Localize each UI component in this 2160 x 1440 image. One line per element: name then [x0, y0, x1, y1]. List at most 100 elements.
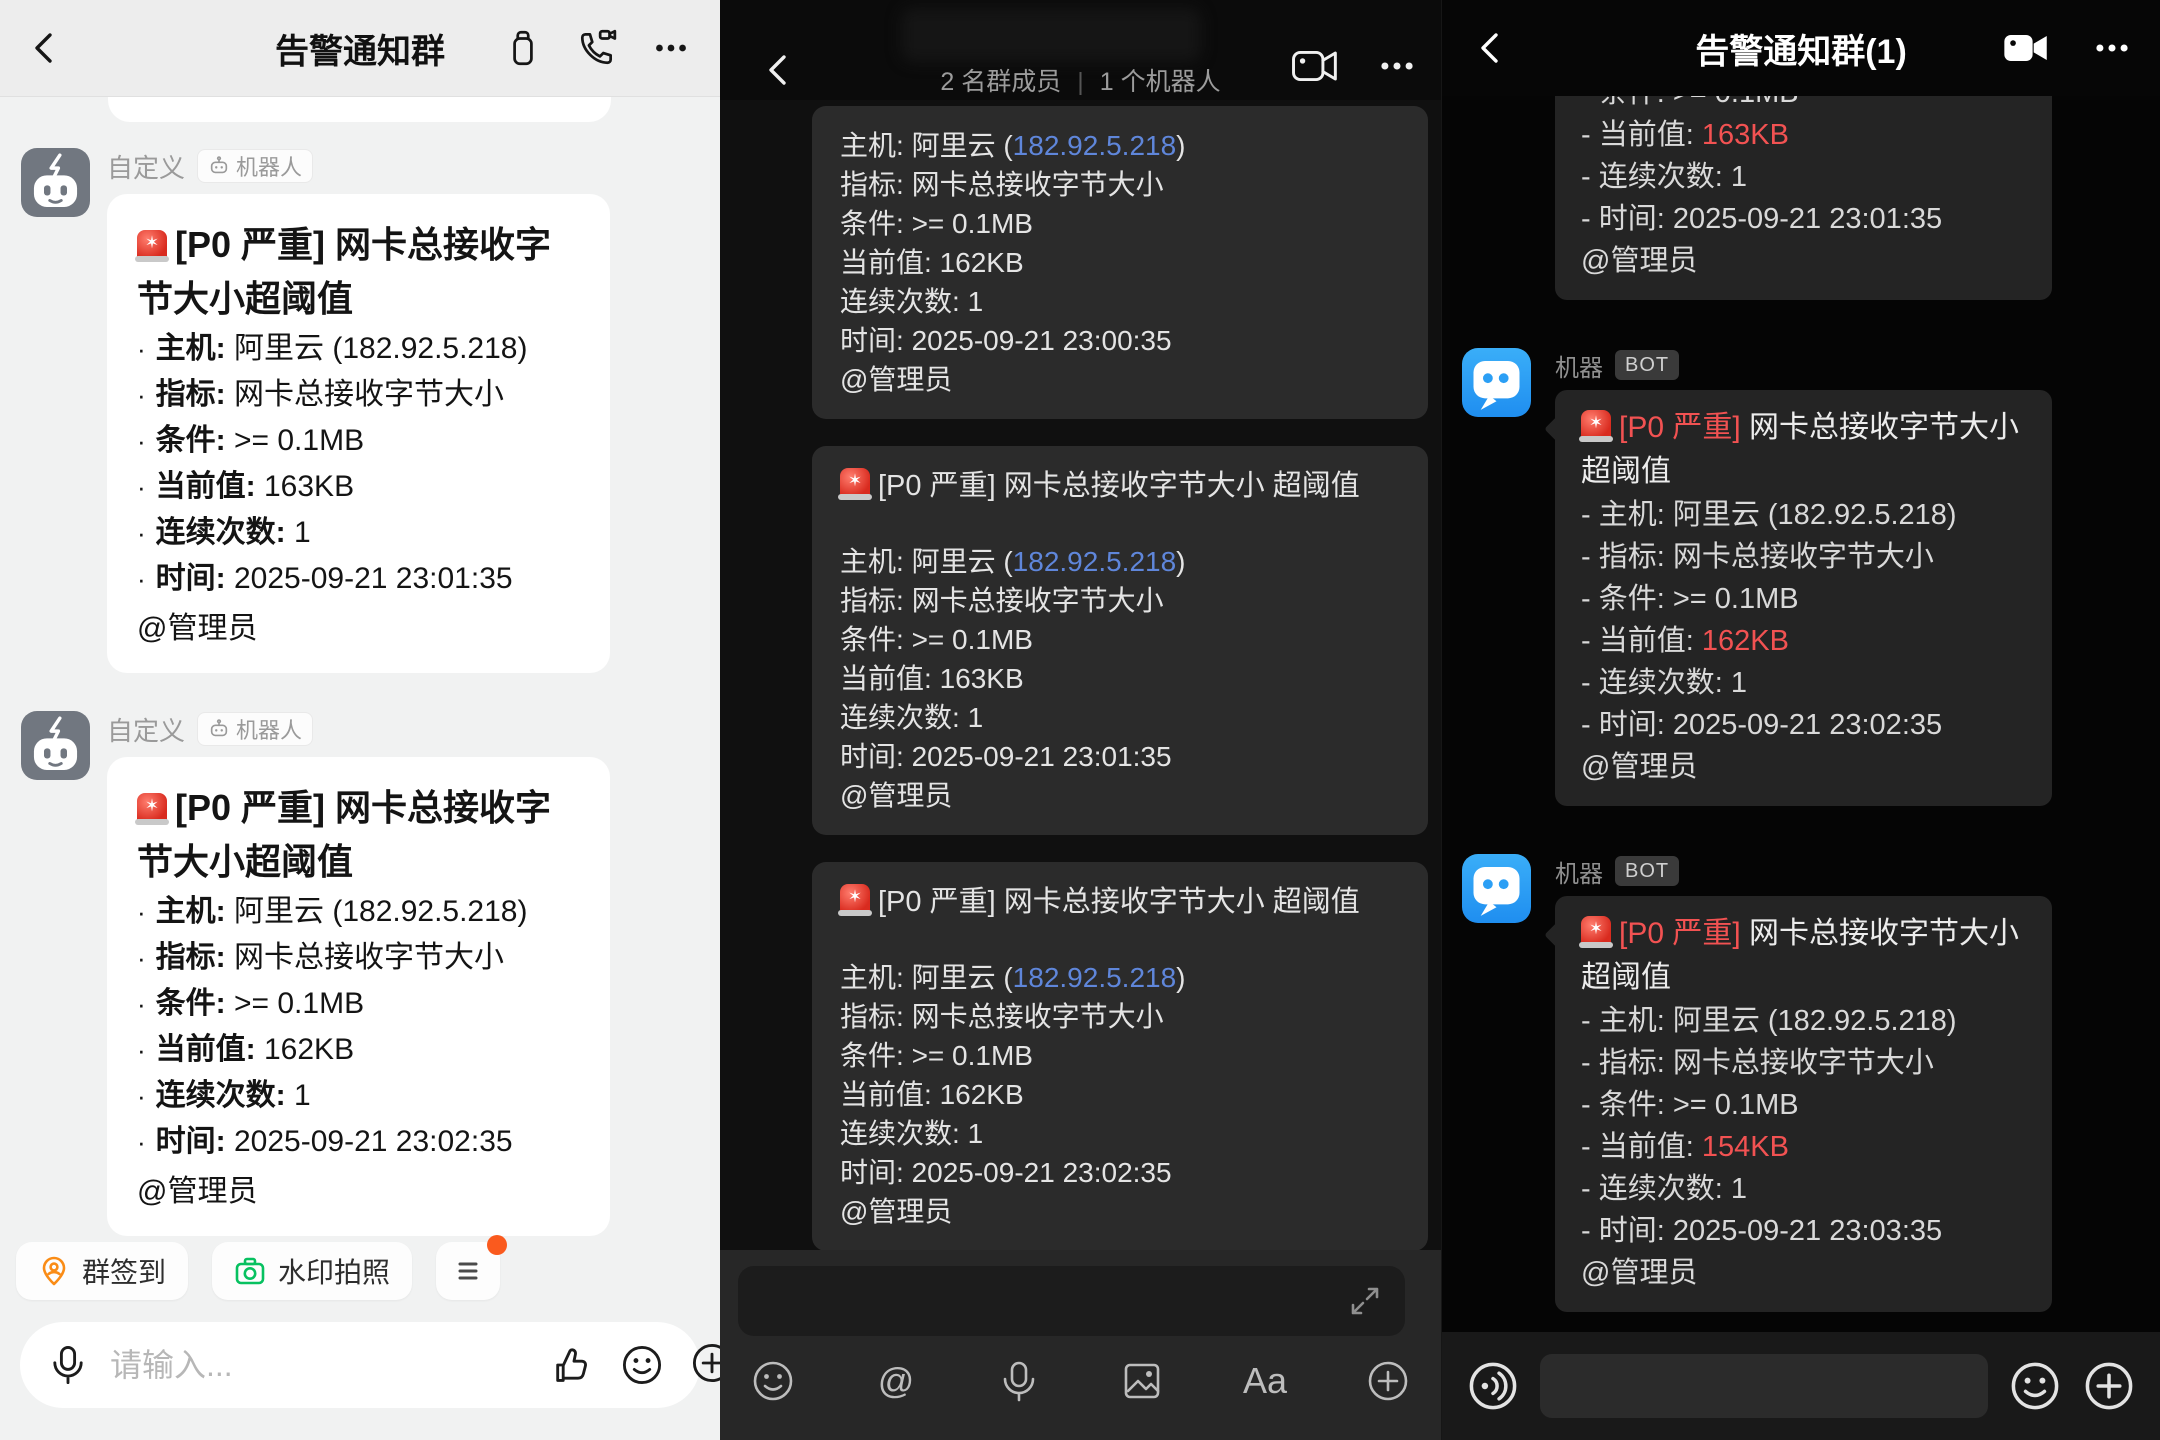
field-value: 162KB — [1702, 625, 1789, 657]
title-text: [P0 严重] 网卡总接收字节大小 超阈值 — [878, 886, 1360, 918]
alert-card: [P0 严重] 网卡总接收字节大小超阈值- 主机: 阿里云 (182.92.5.… — [1555, 390, 2052, 806]
field-label: 指标: — [840, 585, 912, 616]
siren-emoji — [137, 230, 167, 260]
field-value: >= 0.1MB — [912, 1040, 1033, 1071]
expand-icon[interactable] — [1345, 1281, 1385, 1321]
field-label: 主机: — [840, 130, 912, 161]
ip-address-link[interactable]: 182.92.5.218 — [1013, 130, 1177, 161]
alert-field: ·连续次数: 1 — [137, 510, 580, 556]
field-label: 主机: — [1599, 499, 1673, 531]
plus-circle-icon[interactable] — [1365, 1358, 1411, 1404]
more-icon[interactable] — [2090, 26, 2134, 70]
field-label: 条件: — [840, 208, 912, 239]
field-label: 主机: — [156, 332, 234, 365]
alert-field: - 主机: 阿里云 (182.92.5.218) — [1581, 494, 2026, 536]
field-label: 连续次数: — [1599, 161, 1731, 193]
message-input[interactable] — [1540, 1354, 1988, 1418]
add-attachment-button[interactable] — [690, 1341, 720, 1390]
bot-badge: BOT — [1615, 350, 1679, 380]
alert-field: - 连续次数: 1 — [1581, 156, 2026, 198]
more-tools-chip[interactable] — [436, 1242, 500, 1300]
field-value: 2025-09-21 23:02:35 — [234, 1125, 513, 1158]
image-icon[interactable] — [1119, 1358, 1165, 1404]
back-icon[interactable] — [26, 28, 66, 68]
field-label: 主机: — [840, 546, 912, 577]
bot-avatar[interactable] — [1462, 348, 1531, 417]
alert-field: 指标: 网卡总接收字节大小 — [840, 581, 1400, 620]
bullet: · — [137, 897, 146, 927]
field-value: 1 — [1731, 667, 1747, 699]
field-label: 当前值: — [156, 470, 264, 503]
field-label: 指标: — [1599, 541, 1673, 573]
chat-header: 2 名群成员|1 个机器人 — [720, 0, 1441, 100]
alert-field: 条件: >= 0.1MB — [840, 1036, 1400, 1075]
video-call-icon[interactable] — [576, 27, 618, 69]
message-input[interactable] — [738, 1266, 1405, 1336]
alert-field: ·连续次数: 1 — [137, 1073, 580, 1119]
field-value: 阿里云 ( — [912, 546, 1013, 577]
previous-message-peek — [108, 96, 611, 122]
hamburger-icon — [451, 1254, 485, 1288]
voice-message-icon[interactable] — [1466, 1359, 1520, 1413]
field-label: 时间: — [1599, 709, 1673, 741]
siren-emoji — [840, 884, 870, 914]
field-label: 当前值: — [1599, 119, 1702, 151]
panel-middle-chat: 2 名群成员|1 个机器人 主机: 阿里云 (182.92.5.218) 指标: … — [720, 0, 1441, 1440]
field-value: 2025-09-21 23:01:35 — [1673, 203, 1942, 235]
field-label: 连续次数: — [156, 1079, 294, 1112]
bot-avatar[interactable] — [1462, 854, 1531, 923]
text-format-icon[interactable]: Aa — [1242, 1358, 1288, 1404]
message-input[interactable] — [108, 1346, 532, 1385]
siren-emoji — [137, 793, 167, 823]
mention-icon[interactable]: @ — [873, 1358, 919, 1404]
field-label: 指标: — [1599, 1047, 1673, 1079]
back-icon[interactable] — [1472, 28, 1512, 68]
field-label: 当前值: — [156, 1033, 264, 1066]
alert-field: 连续次数: 1 — [840, 698, 1400, 737]
emoji-icon[interactable] — [2008, 1359, 2062, 1413]
group-signin-chip[interactable]: 群签到 — [16, 1242, 188, 1300]
plus-circle-icon[interactable] — [2082, 1359, 2136, 1413]
field-value: >= 0.1MB — [234, 424, 364, 457]
field-value: 154KB — [1702, 1131, 1789, 1163]
bullet: - — [1581, 1005, 1599, 1037]
badge-label: 机器人 — [236, 150, 302, 182]
bullet: - — [1581, 1047, 1599, 1079]
header-actions — [1289, 44, 1419, 88]
message-list: - 条件: >= 0.1MB- 当前值: 163KB- 连续次数: 1- 时间:… — [1442, 96, 2160, 1332]
field-label: 当前值: — [840, 247, 940, 278]
title-text: [P0 严重] — [1619, 411, 1741, 444]
more-icon[interactable] — [650, 27, 692, 69]
mic-icon[interactable] — [46, 1343, 90, 1387]
video-call-icon[interactable] — [2000, 26, 2050, 70]
field-label: 条件: — [1599, 583, 1673, 615]
emoji-icon[interactable] — [750, 1358, 796, 1404]
thermos-icon[interactable] — [502, 27, 544, 69]
alert-title: [P0 严重] 网卡总接收字节大小超阈值 — [1581, 912, 2026, 1000]
more-icon[interactable] — [1375, 44, 1419, 88]
mic-icon[interactable] — [996, 1358, 1042, 1404]
field-value: 2025-09-21 23:02:35 — [912, 1157, 1172, 1188]
sender-row: 机器BOT — [1555, 854, 2052, 888]
ip-address-link[interactable]: 182.92.5.218 — [1013, 546, 1177, 577]
field-value: 1 — [1731, 161, 1747, 193]
mention-admin: @管理员 — [840, 1192, 1400, 1231]
watermark-camera-chip[interactable]: 水印拍照 — [212, 1242, 412, 1300]
alert-field: 当前值: 162KB — [840, 243, 1400, 282]
field-label: 连续次数: — [840, 286, 968, 317]
emoji-icon[interactable] — [620, 1343, 664, 1387]
field-value: 163KB — [940, 663, 1024, 694]
field-label: 主机: — [1599, 1005, 1673, 1037]
location-pin-icon — [38, 1255, 70, 1287]
field-value: 阿里云 ( — [912, 962, 1013, 993]
bot-avatar[interactable] — [21, 148, 90, 217]
thumbs-up-icon[interactable] — [550, 1343, 594, 1387]
field-value: 网卡总接收字节大小 — [1673, 541, 1934, 573]
bullet: · — [137, 426, 146, 456]
ip-address-link[interactable]: 182.92.5.218 — [1013, 962, 1177, 993]
video-call-icon[interactable] — [1289, 44, 1341, 88]
bullet: - — [1581, 1215, 1599, 1247]
field-value: 1 — [968, 702, 984, 733]
bot-avatar[interactable] — [21, 711, 90, 780]
alert-field: 主机: 阿里云 (182.92.5.218) — [840, 958, 1400, 997]
